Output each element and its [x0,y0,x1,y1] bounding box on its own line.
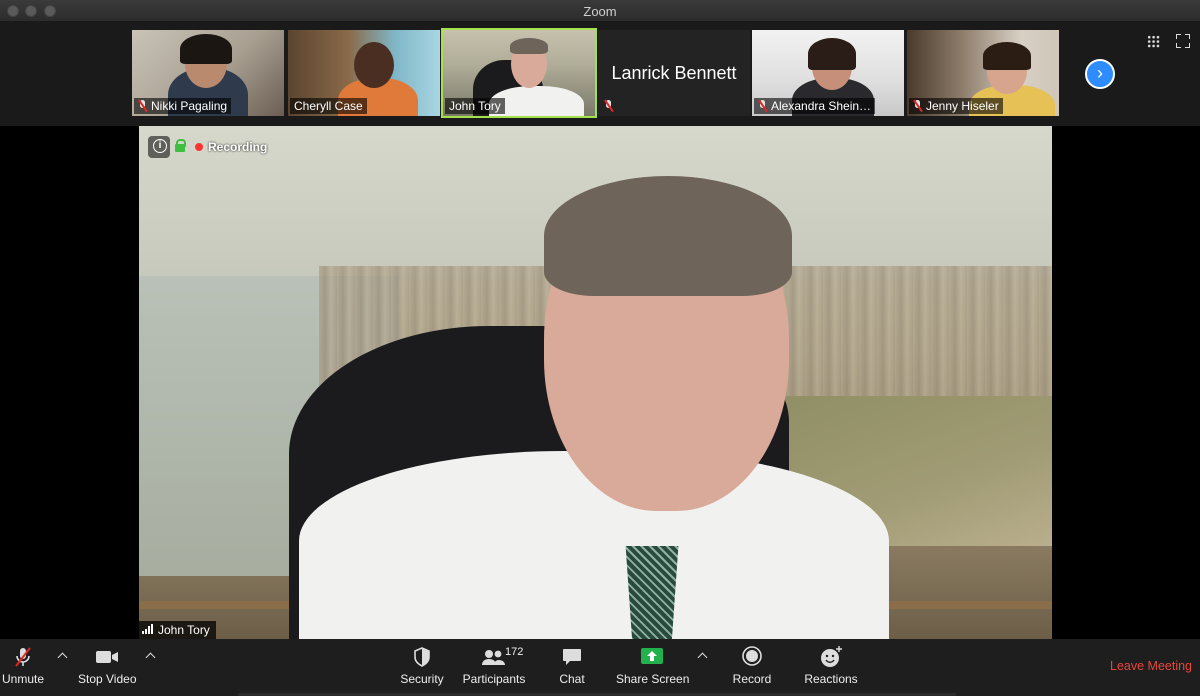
window-title: Zoom [583,4,617,19]
video-camera-icon [96,651,118,663]
participant-name-label: John Tory [445,98,505,114]
gallery-strip: Nikki Pagaling Cheryll Case John Tory La… [0,22,1200,126]
chat-button[interactable]: Chat [556,645,588,686]
participant-name-label: Alexandra Shein… [754,98,876,114]
record-icon [742,646,762,666]
video-options-chevron-up-icon[interactable] [146,651,156,661]
muted-mic-icon [604,100,613,111]
smiley-reaction-icon [821,646,842,667]
participant-tile[interactable]: Nikki Pagaling [132,30,284,116]
muted-mic-icon [15,647,31,667]
reactions-button[interactable]: Reactions [804,645,858,686]
shield-icon [414,647,430,667]
participant-hair [510,38,548,54]
participant-face [354,42,394,88]
stop-video-button[interactable]: Stop Video [78,645,137,686]
audio-options-chevron-up-icon[interactable] [58,651,68,661]
encryption-lock-icon[interactable] [175,139,186,153]
participant-mute-indicator [600,98,621,114]
meeting-toolbar: Unmute Stop Video Security Participants … [0,639,1200,696]
recording-indicator[interactable]: Recording [195,140,267,154]
leave-meeting-button[interactable]: Leave Meeting [1110,659,1192,673]
grid-view-icon[interactable] [1147,35,1160,48]
participant-tile[interactable]: Alexandra Shein… [752,30,904,116]
participant-hair [983,42,1031,70]
participant-name-label: Nikki Pagaling [134,98,232,114]
muted-mic-icon [913,100,922,111]
participant-hair [180,34,232,64]
speaker-name-label: John Tory [139,621,216,639]
participant-name-display: Lanrick Bennett [611,63,737,83]
next-page-chevron-right-icon[interactable]: › [1085,59,1115,89]
window-title-bar: Zoom [0,0,1200,22]
security-button[interactable]: Security [400,645,444,686]
speaker-hair [544,176,792,296]
participant-count: 172 [505,646,524,658]
muted-mic-icon [138,100,147,111]
signal-strength-icon [142,624,154,634]
share-screen-button[interactable]: Share Screen [616,645,689,686]
participant-tile[interactable]: Jenny Hiseler [907,30,1059,116]
share-screen-arrow-icon [641,648,663,664]
participant-name-label: Jenny Hiseler [909,98,1003,114]
chat-bubble-icon [563,649,581,665]
active-speaker-video: Recording John Tory [139,126,1052,639]
muted-mic-icon [758,100,767,111]
share-options-chevron-up-icon[interactable] [698,651,708,661]
participant-name-label: Cheryll Case [290,98,367,114]
record-button[interactable]: Record [732,645,772,686]
participant-tile[interactable]: Lanrick Bennett [598,30,750,116]
fullscreen-icon[interactable] [1176,34,1190,48]
unmute-button[interactable]: Unmute [2,645,44,686]
participant-tile[interactable]: Cheryll Case [288,30,440,116]
participant-tile-active-speaker[interactable]: John Tory [441,28,597,118]
participant-hair [808,38,856,70]
meeting-info-icon[interactable] [148,136,170,158]
recording-dot-icon [195,143,203,151]
